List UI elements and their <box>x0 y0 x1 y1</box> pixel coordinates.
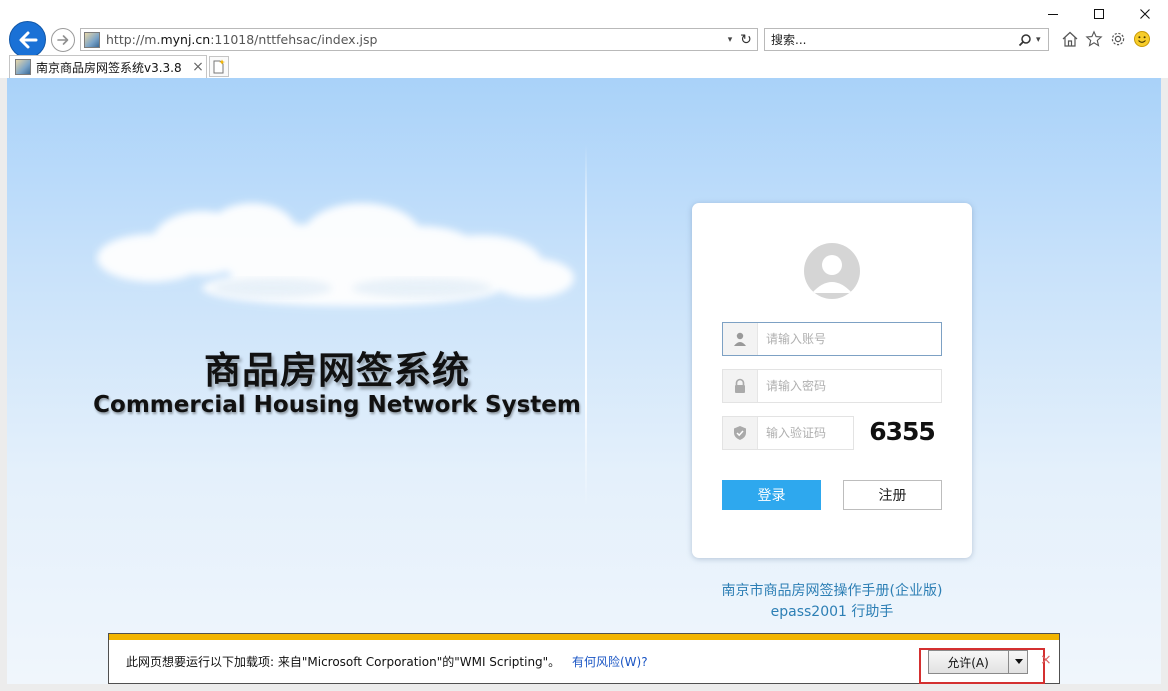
tab-strip: 南京商品房网签系统v3.3.8 × <box>9 55 229 78</box>
url-text[interactable]: http://m.mynj.cn:11018/nttfehsac/index.j… <box>106 32 723 47</box>
allow-dropdown-button[interactable] <box>1008 650 1028 674</box>
search-icon <box>1018 33 1031 46</box>
window-controls <box>1030 0 1168 28</box>
tab-favicon-icon <box>15 59 31 75</box>
page-content: 商品房网签系统 Commercial Housing Network Syste… <box>7 78 1161 684</box>
star-icon <box>1085 30 1103 47</box>
center-divider <box>585 144 587 508</box>
search-dropdown-button[interactable]: ▾ <box>1036 35 1048 45</box>
frame-right-edge <box>1161 78 1168 691</box>
captcha-input[interactable] <box>758 418 853 448</box>
system-subtitle: Commercial Housing Network System <box>93 392 581 418</box>
favorites-button[interactable] <box>1084 28 1104 50</box>
toolbar-icons <box>1060 28 1152 50</box>
system-title: 商品房网签系统 <box>204 349 470 392</box>
url-prefix: http://m. <box>106 32 161 47</box>
new-tab-icon <box>213 59 225 73</box>
feedback-button[interactable] <box>1132 28 1152 50</box>
addon-notification-bar: 此网页想要运行以下加载项: 来自"Microsoft Corporation"的… <box>108 633 1060 684</box>
tab-active[interactable]: 南京商品房网签系统v3.3.8 × <box>9 55 207 78</box>
url-domain: mynj.cn <box>160 32 211 47</box>
password-field <box>722 369 942 403</box>
user-avatar-icon <box>812 255 852 293</box>
user-icon <box>723 323 758 355</box>
epass-helper-link[interactable]: epass2001 行助手 <box>692 601 972 621</box>
close-icon <box>1140 9 1150 19</box>
risk-link[interactable]: 有何风险(W)? <box>572 653 648 670</box>
shield-icon <box>723 417 758 449</box>
new-tab-button[interactable] <box>209 56 229 77</box>
smiley-icon <box>1134 31 1150 47</box>
frame-left-edge <box>0 78 7 691</box>
gear-icon <box>1111 32 1125 46</box>
home-icon <box>1062 31 1078 47</box>
manual-link[interactable]: 南京市商品房网签操作手册(企业版) <box>692 580 972 600</box>
tab-close-button[interactable]: × <box>190 59 206 75</box>
account-input[interactable] <box>758 324 941 354</box>
notification-message: 此网页想要运行以下加载项: 来自"Microsoft Corporation"的… <box>126 655 561 669</box>
password-input[interactable] <box>758 371 941 401</box>
allow-label: 允许(A) <box>947 655 989 670</box>
cloud-illustration <box>97 203 574 306</box>
close-button[interactable] <box>1122 0 1168 28</box>
arrow-left-icon <box>19 31 37 48</box>
account-field <box>722 322 942 356</box>
captcha-code: 6355 <box>869 416 936 446</box>
notification-close-button[interactable]: × <box>1040 652 1052 668</box>
minimize-icon <box>1048 14 1058 15</box>
refresh-button[interactable]: ↻ <box>737 30 755 50</box>
chevron-down-icon <box>1014 659 1023 664</box>
lock-icon <box>723 370 758 402</box>
frame-bottom-edge <box>0 684 1168 691</box>
back-button[interactable] <box>9 21 46 58</box>
search-input[interactable] <box>771 30 1014 49</box>
search-button[interactable] <box>1014 30 1036 50</box>
search-box: ▾ <box>764 28 1049 51</box>
address-dropdown-button[interactable]: ▾ <box>723 30 737 50</box>
settings-button[interactable] <box>1108 28 1128 50</box>
register-button[interactable]: 注册 <box>843 480 942 510</box>
captcha-image[interactable]: 6355 <box>862 414 942 448</box>
arrow-right-icon <box>57 35 69 45</box>
maximize-button[interactable] <box>1076 0 1122 28</box>
minimize-button[interactable] <box>1030 0 1076 28</box>
login-button[interactable]: 登录 <box>722 480 821 510</box>
maximize-icon <box>1094 9 1104 19</box>
forward-button[interactable] <box>51 28 75 52</box>
browser-chrome: http://m.mynj.cn:11018/nttfehsac/index.j… <box>0 0 1168 78</box>
home-button[interactable] <box>1060 28 1080 50</box>
notification-stripe <box>109 634 1059 640</box>
url-suffix: :11018/nttfehsac/index.jsp <box>210 32 378 47</box>
tab-title: 南京商品房网签系统v3.3.8 <box>36 60 182 75</box>
page-favicon-icon <box>84 31 100 48</box>
address-bar[interactable]: http://m.mynj.cn:11018/nttfehsac/index.j… <box>80 28 758 51</box>
avatar <box>804 243 860 299</box>
captcha-field <box>722 416 854 450</box>
login-card: 6355 登录 注册 <box>692 203 972 558</box>
